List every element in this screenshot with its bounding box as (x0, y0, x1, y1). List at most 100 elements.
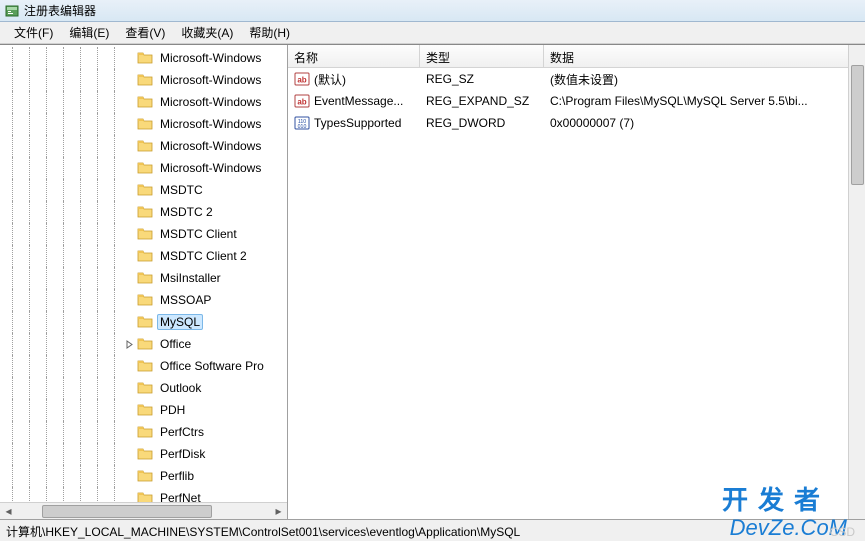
expand-icon[interactable] (123, 404, 135, 416)
column-type[interactable]: 类型 (420, 45, 544, 67)
tree-item[interactable]: Microsoft-Windows (4, 157, 287, 179)
expand-icon[interactable] (123, 426, 135, 438)
value-type-cell: REG_DWORD (420, 116, 544, 130)
menu-favorites[interactable]: 收藏夹(A) (173, 22, 241, 43)
tree-item[interactable]: PerfDisk (4, 443, 287, 465)
status-path: 计算机\HKEY_LOCAL_MACHINE\SYSTEM\ControlSet… (6, 525, 520, 539)
expand-icon[interactable] (123, 206, 135, 218)
menu-file[interactable]: 文件(F) (6, 22, 61, 43)
tree-item-label: Microsoft-Windows (157, 72, 264, 88)
scroll-track[interactable] (17, 503, 270, 520)
expand-icon[interactable] (123, 250, 135, 262)
expand-icon[interactable] (123, 382, 135, 394)
list-header: 名称 类型 数据 (288, 45, 865, 68)
tree-item[interactable]: MSSOAP (4, 289, 287, 311)
value-data-cell: 0x00000007 (7) (544, 116, 834, 130)
svg-text:010: 010 (298, 124, 307, 130)
tree-item-label: MySQL (157, 314, 203, 330)
tree-item[interactable]: Microsoft-Windows (4, 135, 287, 157)
tree-item[interactable]: MySQL (4, 311, 287, 333)
expand-icon[interactable] (123, 470, 135, 482)
tree-item[interactable]: MSDTC Client 2 (4, 245, 287, 267)
tree-item[interactable]: MsiInstaller (4, 267, 287, 289)
tree-item-label: MsiInstaller (157, 270, 224, 286)
tree-item[interactable]: Microsoft-Windows (4, 69, 287, 91)
column-name[interactable]: 名称 (288, 45, 420, 67)
tree-item[interactable]: Microsoft-Windows (4, 113, 287, 135)
folder-icon (137, 292, 153, 308)
tree-item-label: Microsoft-Windows (157, 160, 264, 176)
horizontal-scrollbar[interactable]: ◂ ▸ (0, 502, 287, 519)
tree-item-label: PerfCtrs (157, 424, 207, 440)
tree-item[interactable]: Outlook (4, 377, 287, 399)
tree-item[interactable]: Office (4, 333, 287, 355)
tree-item-label: Microsoft-Windows (157, 138, 264, 154)
menubar: 文件(F) 编辑(E) 查看(V) 收藏夹(A) 帮助(H) (0, 22, 865, 44)
list-body: ab(默认)REG_SZ(数值未设置)abEventMessage...REG_… (288, 68, 865, 134)
expand-icon[interactable] (123, 162, 135, 174)
expand-icon[interactable] (123, 74, 135, 86)
expand-icon[interactable] (123, 448, 135, 460)
tree-item[interactable]: MSDTC (4, 179, 287, 201)
expand-icon[interactable] (123, 118, 135, 130)
value-data-cell: (数值未设置) (544, 71, 834, 88)
folder-icon (137, 336, 153, 352)
expand-icon[interactable] (123, 52, 135, 64)
value-name-cell: ab EventMessage... (288, 93, 420, 109)
tree-item[interactable]: PerfNet (4, 487, 287, 502)
value-name: EventMessage... (314, 94, 403, 108)
svg-text:ab: ab (297, 76, 306, 85)
scroll-right-icon[interactable]: ▸ (270, 503, 287, 520)
expand-icon[interactable] (123, 360, 135, 372)
expand-icon[interactable] (123, 272, 135, 284)
tree-item-label: MSDTC (157, 182, 206, 198)
expand-icon[interactable] (123, 316, 135, 328)
tree-item[interactable]: MSDTC 2 (4, 201, 287, 223)
expand-icon[interactable] (123, 184, 135, 196)
tree-item[interactable]: PerfCtrs (4, 421, 287, 443)
folder-icon (137, 94, 153, 110)
menu-view[interactable]: 查看(V) (117, 22, 173, 43)
tree-item[interactable]: Microsoft-Windows (4, 91, 287, 113)
column-data[interactable]: 数据 (544, 45, 865, 67)
tree-item-label: Microsoft-Windows (157, 50, 264, 66)
expand-icon[interactable] (123, 140, 135, 152)
folder-icon (137, 248, 153, 264)
value-data-cell: C:\Program Files\MySQL\MySQL Server 5.5\… (544, 94, 834, 108)
folder-icon (137, 446, 153, 462)
expand-icon[interactable] (123, 228, 135, 240)
tree-item-label: PerfNet (157, 490, 204, 502)
tree-item[interactable]: MSDTC Client (4, 223, 287, 245)
vertical-scrollbar[interactable] (848, 45, 865, 519)
expand-icon[interactable] (123, 492, 135, 502)
folder-icon (137, 182, 153, 198)
scroll-thumb[interactable] (851, 65, 864, 185)
scroll-thumb[interactable] (42, 505, 212, 518)
app-icon (4, 3, 20, 19)
folder-icon (137, 72, 153, 88)
list-row[interactable]: abEventMessage...REG_EXPAND_SZC:\Program… (288, 90, 865, 112)
value-name-cell: ab(默认) (288, 71, 420, 88)
list-row[interactable]: 110010TypesSupportedREG_DWORD0x00000007 … (288, 112, 865, 134)
menu-edit[interactable]: 编辑(E) (61, 22, 117, 43)
tree-item[interactable]: Office Software Pro (4, 355, 287, 377)
expand-icon[interactable] (123, 294, 135, 306)
tree-item[interactable]: Microsoft-Windows (4, 47, 287, 69)
titlebar: 注册表编辑器 (0, 0, 865, 22)
folder-icon (137, 468, 153, 484)
statusbar: 计算机\HKEY_LOCAL_MACHINE\SYSTEM\ControlSet… (0, 519, 865, 541)
tree-item-label: MSDTC 2 (157, 204, 216, 220)
tree-item[interactable]: Perflib (4, 465, 287, 487)
folder-icon (137, 116, 153, 132)
scroll-left-icon[interactable]: ◂ (0, 503, 17, 520)
expand-icon[interactable] (123, 96, 135, 108)
string-value-icon: ab (294, 93, 310, 109)
menu-help[interactable]: 帮助(H) (241, 22, 298, 43)
tree-item[interactable]: PDH (4, 399, 287, 421)
svg-text:ab: ab (297, 98, 306, 107)
expand-icon[interactable] (123, 338, 135, 350)
tree[interactable]: Microsoft-Windows Microsoft-Windows Micros… (0, 45, 287, 502)
tree-item-label: Microsoft-Windows (157, 94, 264, 110)
binary-value-icon: 110010 (294, 115, 310, 131)
list-row[interactable]: ab(默认)REG_SZ(数值未设置) (288, 68, 865, 90)
